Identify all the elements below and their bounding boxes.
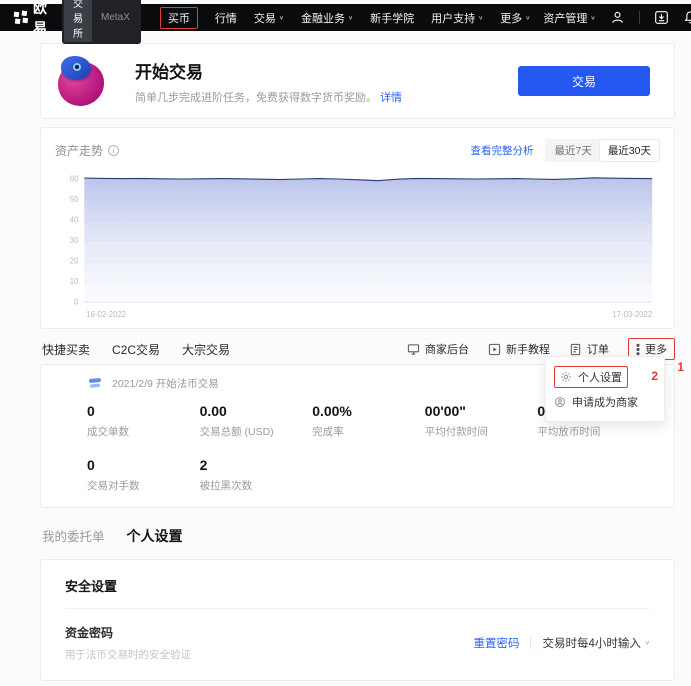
merchant-console-button[interactable]: 商家后台 [407,341,469,357]
svg-text:20: 20 [70,257,79,266]
chevron-down-icon: ∨ [590,14,595,20]
start-trading-text: 开始交易 简单几步完成进阶任务，免费获得数字货币奖励。 详情 [135,58,492,105]
security-settings-title: 安全设置 [65,576,650,609]
section-tabs: 我的委托单 个人设置 [42,526,675,546]
start-trading-subtitle: 简单几步完成进阶任务，免费获得数字货币奖励。 详情 [135,89,492,105]
brand-logo[interactable]: 欧易 [13,0,47,38]
top-nav: 欧易 交易所 MetaX 买币 行情 交易∨ 金融业务∨ 新手学院 用户支持∨ … [0,4,691,31]
svg-text:16-02-2022: 16-02-2022 [86,310,126,319]
asset-trend-card: 资产走势 i 查看完整分析 最近7天 最近30天 0 10 20 30 40 50 60 16… [40,127,675,329]
nav-item-finance[interactable]: 金融业务∨ [301,10,353,26]
fund-password-info: 资金密码 用于法币交易时的安全验证 [65,624,191,662]
range-7d-button[interactable]: 最近7天 [546,140,599,161]
okx-logo-icon [13,10,28,25]
reset-password-link[interactable]: 重置密码 [473,635,519,651]
tab-block-trade[interactable]: 大宗交易 [182,341,230,358]
gear-icon [560,371,572,383]
nav-item-assets[interactable]: 资产管理∨ [543,10,595,26]
menu-item-personal-settings[interactable]: 个人设置 2 [554,364,656,389]
svg-text:40: 40 [70,216,79,225]
nav-item-trade[interactable]: 交易∨ [254,10,284,26]
stat-total-volume: 0.00 交易总额 (USD) [200,403,313,439]
svg-text:17-03-2022: 17-03-2022 [612,310,652,319]
tab-c2c-trade[interactable]: C2C交易 [112,341,160,358]
svg-text:30: 30 [70,236,79,245]
stat-completed-orders: 0 成交单数 [87,403,200,439]
notifications-bell-icon[interactable] [683,10,691,25]
merchant-badge-icon [554,396,566,408]
asset-trend-chart: 0 10 20 30 40 50 60 16-02-2022 17-03-2022 [55,162,660,324]
nav-right: 资产管理∨ [543,10,691,26]
nav-item-support[interactable]: 用户支持∨ [431,10,483,26]
stat-avg-pay-time: 00'00" 平均付款时间 [425,403,538,439]
order-document-icon [569,343,582,356]
nav-item-more[interactable]: 更多∨ [500,10,530,26]
stat-counterparties: 0 交易对手数 [87,457,200,493]
fund-password-desc: 用于法币交易时的安全验证 [65,647,191,662]
toggle-exchange[interactable]: 交易所 [64,0,92,42]
full-analysis-link[interactable]: 查看完整分析 [470,143,533,158]
nav-item-academy[interactable]: 新手学院 [370,10,414,26]
profile-icon[interactable] [610,10,625,25]
svg-text:0: 0 [74,297,79,306]
stat-blacklisted-times: 2 被拉黑次数 [200,457,313,493]
chevron-down-icon: ∨ [279,14,284,20]
stat-completion-rate: 0.00% 完成率 [312,403,425,439]
tab-express-buy-sell[interactable]: 快捷买卖 [42,341,90,358]
info-icon[interactable]: i [108,145,119,156]
annotation-box-personal-settings: 个人设置 [554,366,628,388]
chevron-down-icon: ∨ [478,14,483,20]
mascot-illustration [55,54,109,108]
fund-password-actions: 重置密码 交易时每4小时输入 ∨ [473,635,650,651]
brand-name: 欧易 [33,0,47,38]
joined-date-text: 2021/2/9 开始法币交易 [112,376,219,391]
tutorial-play-icon [488,343,501,356]
chevron-down-icon: ∨ [525,14,530,20]
asset-trend-header: 资产走势 i 查看完整分析 最近7天 最近30天 [55,139,660,162]
toggle-metax[interactable]: MetaX [92,10,139,25]
avatar [87,375,103,391]
svg-text:50: 50 [70,195,79,204]
exchange-metax-toggle: 交易所 MetaX [62,0,141,44]
nav-menu: 买币 行情 交易∨ 金融业务∨ 新手学院 用户支持∨ 更多∨ [160,7,531,29]
annotation-2: 2 [651,369,658,383]
svg-text:60: 60 [70,175,79,184]
orders-button[interactable]: 订单 [569,341,609,357]
nav-item-buy-crypto[interactable]: 买币 [160,7,198,29]
asset-trend-controls: 查看完整分析 最近7天 最近30天 [470,139,660,162]
range-toggle: 最近7天 最近30天 [545,139,660,162]
tab-personal-settings[interactable]: 个人设置 [127,526,183,546]
start-trading-card: 开始交易 简单几步完成进阶任务，免费获得数字货币奖励。 详情 交易 [40,43,675,119]
nav-divider [639,11,640,24]
detail-link[interactable]: 详情 [380,92,402,104]
divider [530,637,531,649]
password-frequency-select[interactable]: 交易时每4小时输入 ∨ [542,635,650,651]
asset-trend-title: 资产走势 i [55,142,119,159]
svg-text:10: 10 [70,277,79,286]
chevron-down-icon: ∨ [645,640,650,646]
download-app-icon[interactable] [654,10,669,25]
security-settings-card: 安全设置 资金密码 用于法币交易时的安全验证 重置密码 交易时每4小时输入 ∨ [40,559,675,681]
merchant-console-icon [407,343,420,356]
fund-password-title: 资金密码 [65,624,191,641]
beginner-tutorial-button[interactable]: 新手教程 [488,341,550,357]
start-trading-title: 开始交易 [135,58,492,83]
range-30d-button[interactable]: 最近30天 [600,140,659,161]
fund-password-row: 资金密码 用于法币交易时的安全验证 重置密码 交易时每4小时输入 ∨ [65,624,650,662]
menu-item-become-merchant[interactable]: 申请成为商家 [554,389,656,414]
trade-button[interactable]: 交易 [518,66,650,96]
tab-my-orders[interactable]: 我的委托单 [42,526,105,545]
annotation-1: 1 [677,360,684,374]
more-dropdown-menu: 个人设置 2 申请成为商家 [545,356,665,422]
nav-item-markets[interactable]: 行情 [215,10,237,26]
dots-vertical-icon [636,343,640,356]
chevron-down-icon: ∨ [348,14,353,20]
